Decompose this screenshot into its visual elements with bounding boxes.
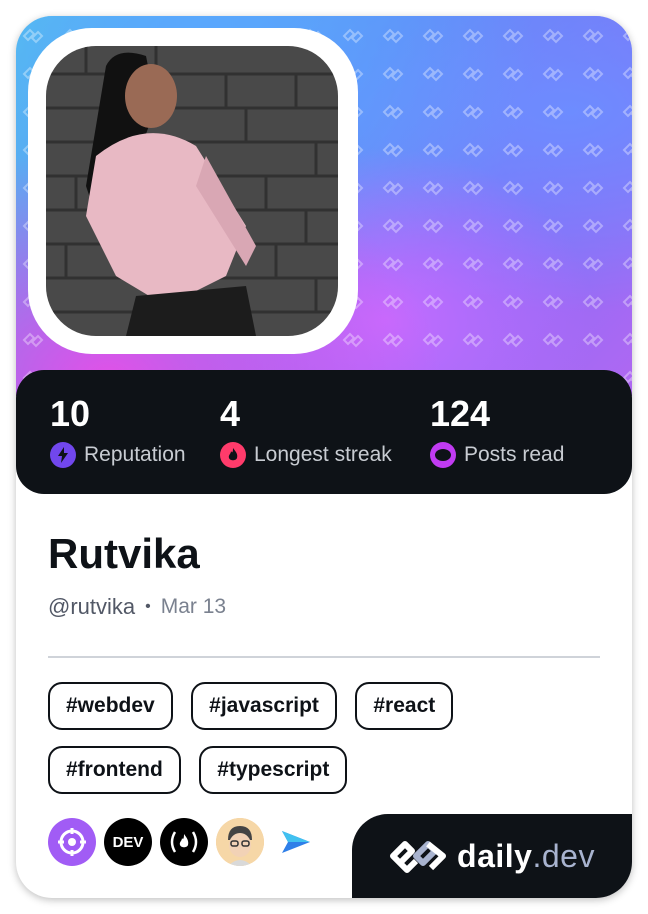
avatar — [46, 46, 338, 336]
dev-to-icon[interactable]: DEV — [104, 818, 152, 866]
stat-longest-streak: 4 Longest streak — [220, 392, 392, 468]
meta-separator: • — [145, 598, 151, 615]
flame-icon — [220, 442, 246, 468]
send-arrow-icon[interactable] — [272, 818, 320, 866]
tag-typescript[interactable]: #typescript — [199, 746, 348, 794]
tag-list: #webdev #javascript #react #frontend #ty… — [48, 682, 608, 810]
freecodecamp-icon[interactable] — [160, 818, 208, 866]
tag-frontend[interactable]: #frontend — [48, 746, 181, 794]
stats-bar: 10 Reputation 4 Longest streak 124 Posts… — [16, 370, 632, 494]
dev-to-label: DEV — [112, 833, 144, 851]
profile-card: 10 Reputation 4 Longest streak 124 Posts… — [16, 16, 632, 898]
join-date: Mar 13 — [160, 595, 227, 618]
brand-tld: .dev — [532, 837, 595, 874]
lightning-icon — [50, 442, 76, 468]
brand-name: daily.dev — [457, 838, 595, 875]
source-list: DEV — [48, 818, 328, 866]
streak-value: 4 — [220, 393, 241, 434]
profile-handle: @rutvika — [48, 594, 136, 619]
reputation-label: Reputation — [84, 443, 186, 466]
divider — [48, 656, 600, 658]
daily-dev-logo[interactable]: daily.dev — [352, 814, 632, 898]
profile-meta: @rutvika • Mar 13 — [48, 594, 226, 620]
profile-name: Rutvika — [48, 530, 200, 577]
tag-react[interactable]: #react — [355, 682, 454, 730]
tag-webdev[interactable]: #webdev — [48, 682, 173, 730]
stat-posts-read: 124 Posts read — [430, 392, 564, 468]
posts-read-label: Posts read — [464, 443, 565, 466]
posts-read-value: 124 — [430, 393, 491, 434]
daily-dev-logo-icon — [390, 841, 447, 873]
tag-javascript[interactable]: #javascript — [191, 682, 337, 730]
eye-icon — [430, 442, 456, 468]
target-icon[interactable] — [48, 818, 96, 866]
stat-reputation: 10 Reputation — [50, 392, 186, 468]
avatar-source-icon[interactable] — [216, 818, 264, 866]
brand-name-main: daily — [457, 837, 533, 874]
hero-banner — [16, 16, 632, 396]
reputation-value: 10 — [50, 393, 91, 434]
streak-label: Longest streak — [254, 443, 392, 466]
